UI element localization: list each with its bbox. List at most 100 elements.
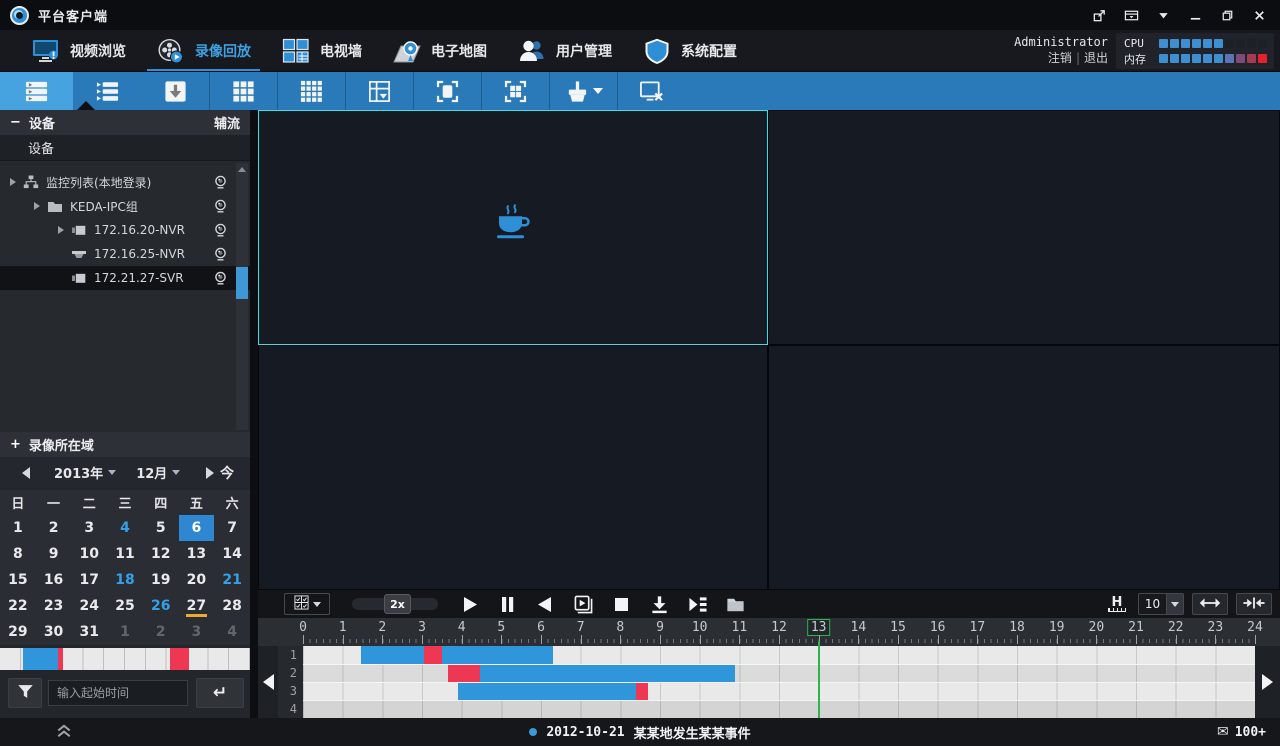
webcam-icon[interactable]: [213, 247, 228, 262]
next-event-button[interactable]: [678, 590, 716, 618]
close-all-video-button[interactable]: [617, 72, 685, 110]
calendar-day[interactable]: 25: [107, 593, 143, 619]
calendar-day[interactable]: 13: [179, 541, 215, 567]
playhead-line[interactable]: [817, 641, 820, 718]
record-segment-normal[interactable]: [441, 646, 553, 664]
month-select[interactable]: 12月: [136, 463, 181, 482]
record-segment-alarm[interactable]: [423, 646, 442, 664]
filter-button[interactable]: [8, 678, 42, 708]
record-segment-alarm[interactable]: [636, 683, 649, 700]
tree-row[interactable]: 172.16.20-NVR: [0, 218, 250, 242]
brush-tool-button[interactable]: [549, 72, 617, 110]
day-record-strip[interactable]: [0, 648, 250, 670]
calendar-day[interactable]: 18: [107, 567, 143, 593]
calendar-day[interactable]: 14: [214, 541, 250, 567]
timeline-zoom-out-button[interactable]: [1192, 593, 1228, 615]
calendar-day[interactable]: 17: [71, 567, 107, 593]
download-manager-button[interactable]: [141, 72, 209, 110]
calendar-day[interactable]: 31: [71, 619, 107, 645]
calendar-day[interactable]: 8: [0, 541, 36, 567]
calendar-day[interactable]: 4: [107, 515, 143, 541]
tab-sys-config[interactable]: 系统配置: [627, 30, 752, 72]
grid-3x3-button[interactable]: [209, 72, 277, 110]
calendar-day[interactable]: 1: [107, 619, 143, 645]
video-pane-2[interactable]: [768, 110, 1280, 345]
calendar-day[interactable]: 29: [0, 619, 36, 645]
calendar-day[interactable]: 3: [71, 515, 107, 541]
calendar-day[interactable]: 27: [179, 593, 215, 619]
day-strip-segment[interactable]: [170, 648, 189, 670]
tree-row[interactable]: 172.21.27-SVR: [0, 266, 250, 290]
start-time-input[interactable]: [48, 680, 188, 706]
dropdown-caret-icon[interactable]: [592, 88, 603, 94]
scrollbar-thumb[interactable]: [236, 267, 248, 299]
open-folder-button[interactable]: [716, 590, 754, 618]
tab-video-browse[interactable]: 视频浏览: [16, 30, 141, 72]
scroll-up-icon[interactable]: [236, 163, 248, 176]
tab-user-mgmt[interactable]: 用户管理: [502, 30, 627, 72]
tab-tv-wall[interactable]: 电视墙: [266, 30, 377, 72]
video-pane-4[interactable]: [768, 345, 1280, 590]
video-pane-3[interactable]: [258, 345, 768, 590]
aux-stream-button[interactable]: 辅流: [214, 113, 240, 132]
calendar-day[interactable]: 11: [107, 541, 143, 567]
logout-link[interactable]: 注销: [1048, 51, 1072, 65]
expand-plus-icon[interactable]: +: [10, 438, 21, 451]
confirm-time-button[interactable]: ↵: [196, 678, 244, 708]
split-count-dropdown[interactable]: 10: [1138, 593, 1184, 615]
calendar-day[interactable]: 2: [143, 619, 179, 645]
message-badge[interactable]: ✉ 100+: [1217, 724, 1266, 740]
calendar-day[interactable]: 22: [0, 593, 36, 619]
expander-icon[interactable]: [34, 202, 40, 210]
webcam-icon[interactable]: [213, 271, 228, 286]
calendar-day[interactable]: 21: [214, 567, 250, 593]
calendar-day[interactable]: 15: [0, 567, 36, 593]
calendar-day[interactable]: 5: [143, 515, 179, 541]
tree-row[interactable]: 172.16.25-NVR: [0, 242, 250, 266]
calendar-day[interactable]: 2: [36, 515, 72, 541]
today-button[interactable]: 今: [220, 463, 234, 483]
reverse-play-button[interactable]: [526, 590, 564, 618]
next-month-icon[interactable]: [206, 466, 215, 479]
calendar-day[interactable]: 24: [71, 593, 107, 619]
caret-down-icon[interactable]: [1150, 4, 1176, 26]
time-unit-button[interactable]: H: [1104, 593, 1130, 615]
calendar-day[interactable]: 28: [214, 593, 250, 619]
popout-icon[interactable]: [1086, 4, 1112, 26]
prev-month-icon[interactable]: [22, 466, 30, 479]
calendar-day[interactable]: 9: [36, 541, 72, 567]
expander-icon[interactable]: [58, 226, 64, 234]
webcam-icon[interactable]: [213, 175, 228, 190]
calendar-day[interactable]: 16: [36, 567, 72, 593]
timeline-layout-button[interactable]: [284, 593, 330, 615]
tab-emap[interactable]: 电子地图: [377, 30, 502, 72]
calendar-day[interactable]: 19: [143, 567, 179, 593]
record-segment-normal[interactable]: [479, 665, 736, 682]
stop-button[interactable]: [602, 590, 640, 618]
multi-screen-button[interactable]: [481, 72, 549, 110]
play-button[interactable]: [450, 590, 488, 618]
panel-toggle-icon[interactable]: [1118, 4, 1144, 26]
record-segment-normal[interactable]: [360, 646, 424, 664]
calendar-day[interactable]: 10: [71, 541, 107, 567]
event-ticker[interactable]: 2012-10-21 某某地发生某某事件: [0, 723, 1280, 742]
timeline-zoom-in-button[interactable]: [1236, 593, 1272, 615]
timeline-track-3[interactable]: [303, 682, 1255, 700]
day-strip-segment[interactable]: [23, 648, 58, 670]
minimize-icon[interactable]: [1182, 4, 1208, 26]
expander-icon[interactable]: [10, 178, 16, 186]
calendar-day-selected[interactable]: 6: [178, 515, 215, 541]
timeline-scroll-left[interactable]: [258, 646, 278, 718]
speed-slider[interactable]: 2x: [352, 594, 438, 614]
tree-scrollbar[interactable]: [236, 163, 248, 430]
collapse-minus-icon[interactable]: −: [10, 116, 21, 129]
exit-link[interactable]: 退出: [1084, 51, 1108, 65]
tab-playback[interactable]: 录像回放: [141, 30, 266, 72]
device-subtab[interactable]: 设备: [0, 135, 250, 161]
grid-4x4-button[interactable]: [277, 72, 345, 110]
close-icon[interactable]: [1246, 4, 1272, 26]
record-segment-normal[interactable]: [457, 683, 637, 700]
calendar-day[interactable]: 1: [0, 515, 36, 541]
timeline-ruler[interactable]: 0 1 2 3 4 5 6 7 8 9 10 11 12 13 14 15 16 17 18 19 20 21 22 23 24: [258, 618, 1280, 646]
calendar-day[interactable]: 4: [214, 619, 250, 645]
